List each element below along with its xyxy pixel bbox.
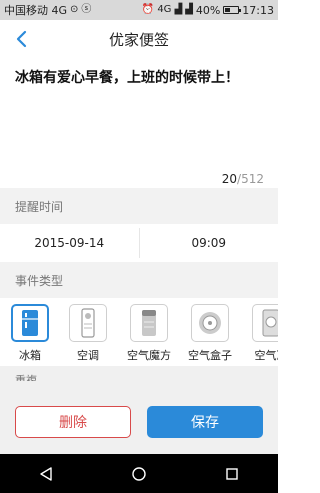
air-conditioner-icon (69, 304, 107, 342)
battery-icon (223, 6, 242, 14)
back-button[interactable] (10, 28, 32, 50)
network-label: 4G (157, 4, 172, 15)
event-label: 冰箱 (19, 349, 41, 362)
triangle-back-icon (40, 466, 53, 481)
signal-2-icon: ▟ (185, 4, 193, 15)
note-editor[interactable]: 冰箱有爱心早餐，上班的时候带上！ 20/512 (0, 58, 278, 188)
event-label: 空调 (77, 349, 99, 362)
event-item-air-purifier[interactable]: 空气净 (246, 304, 278, 363)
alarm-icon: ⏰ (141, 4, 155, 15)
fridge-icon (11, 304, 49, 342)
chevron-left-icon (16, 30, 27, 48)
nav-home-button[interactable] (124, 459, 154, 489)
delete-button[interactable]: 删除 (15, 406, 131, 438)
event-item-fridge[interactable]: 冰箱 (5, 304, 55, 363)
app-header: 优家便签 (0, 20, 278, 59)
status-left: 中国移动 4G ⊙ ⓢ (4, 2, 91, 18)
battery-percent: 40% (195, 3, 221, 17)
status-time: 17:13 (242, 3, 274, 17)
reminder-row: 2015-09-14 09:09 (0, 224, 278, 263)
reminder-date[interactable]: 2015-09-14 (0, 224, 139, 262)
air-purifier-icon (252, 304, 278, 342)
sync-icon: ⊙ (70, 4, 79, 15)
square-recents-icon (225, 467, 238, 480)
event-item-air-box[interactable]: 空气盒子 (185, 304, 235, 363)
next-section-label: 重複 (15, 374, 37, 381)
page-title: 优家便签 (108, 30, 169, 49)
note-text[interactable]: 冰箱有爱心早餐，上班的时候带上！ (15, 68, 265, 88)
nav-back-button[interactable] (31, 459, 61, 489)
nav-recents-button[interactable] (217, 459, 247, 489)
event-item-air-conditioner[interactable]: 空调 (63, 304, 113, 363)
char-count-current: 20 (221, 172, 238, 186)
char-counter: 20/512 (222, 172, 264, 186)
event-label: 空气魔方 (127, 349, 171, 362)
status-bar: 中国移动 4G ⊙ ⓢ ⏰ 4G ▟ ▟ 40% 17:13 (0, 0, 278, 20)
carrier-label: 中国移动 4G (4, 4, 68, 17)
char-count-max: /512 (237, 172, 264, 186)
battery-fill (225, 8, 231, 12)
reminder-section-label: 提醒时间 (0, 188, 278, 224)
event-type-list: 冰箱 空调 空气魔方 空气盒子 空气 (0, 298, 278, 366)
event-label: 空气盒子 (188, 349, 232, 362)
circle-home-icon (132, 466, 146, 481)
status-right: ⏰ 4G ▟ ▟ 40% 17:13 (142, 4, 274, 17)
event-label: 空气净 (254, 349, 279, 362)
event-type-section-label: 事件类型 (0, 262, 278, 298)
bottom-action-area: 重複 删除 保存 (0, 366, 278, 454)
air-cube-icon (130, 304, 168, 342)
reminder-time[interactable]: 09:09 (140, 224, 279, 262)
signal-icon: ▟ (174, 4, 183, 15)
save-button[interactable]: 保存 (147, 406, 263, 438)
swirl-icon: ⓢ (81, 4, 92, 15)
event-item-air-cube[interactable]: 空气魔方 (124, 304, 174, 363)
system-nav-bar (0, 454, 278, 493)
air-box-icon (191, 304, 229, 342)
